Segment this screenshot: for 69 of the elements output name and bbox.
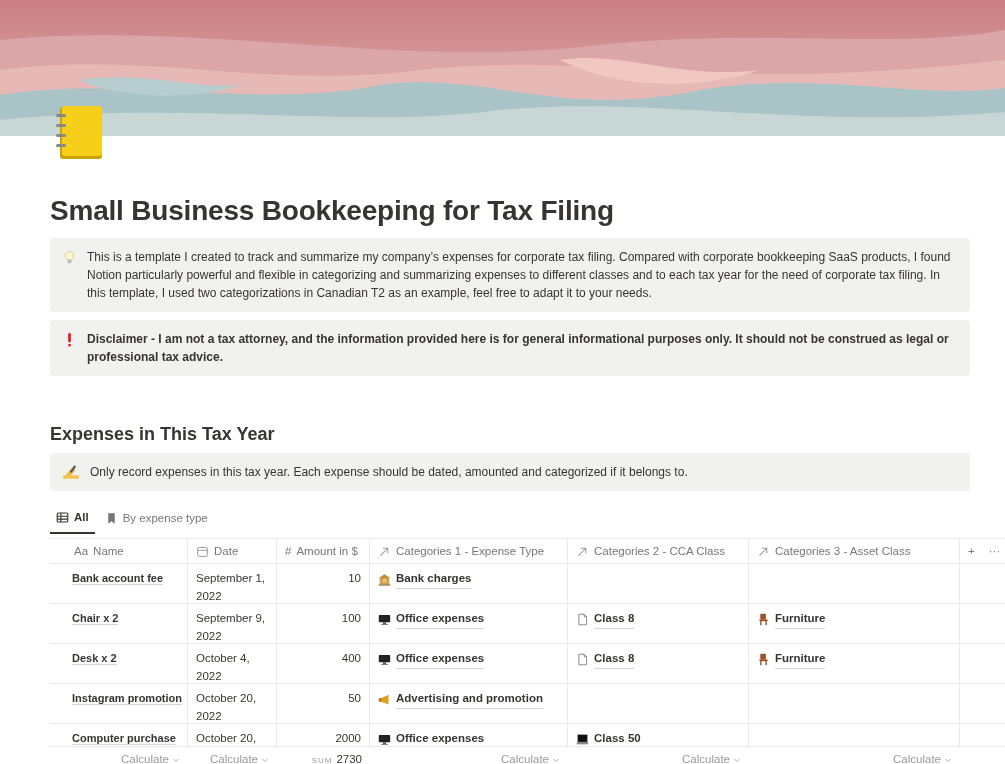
column-label: Date	[214, 543, 239, 559]
table-cell: 10	[277, 564, 370, 605]
column-header[interactable]: Categories 2 - CCA Class	[568, 538, 749, 565]
table-icon	[56, 511, 69, 525]
relation-link[interactable]: Office expenses	[396, 650, 485, 669]
column-header[interactable]: Categories 3 - Asset Class	[749, 538, 960, 565]
table-cell: 50	[277, 684, 370, 725]
view-tab[interactable]: By expense type	[98, 505, 214, 535]
column-header[interactable]: Aa Name	[50, 538, 188, 565]
column-label: Amount in $	[296, 543, 358, 559]
chevron-down-icon	[261, 756, 269, 764]
lightbulb-icon	[62, 249, 77, 265]
view-tab[interactable]: All	[50, 505, 95, 535]
table-cell: October 20, 2022	[188, 684, 277, 725]
table-cell: 2000	[277, 724, 370, 747]
table-cell: 400	[277, 644, 370, 685]
table-cell: October 4, 2022	[188, 644, 277, 685]
row-title[interactable]: Instagram promotion	[72, 692, 182, 706]
table-cell: 100	[277, 604, 370, 645]
chevron-down-icon	[552, 756, 560, 764]
calendar-icon	[196, 544, 209, 558]
megaphone-icon	[378, 693, 391, 707]
chevron-down-icon	[172, 756, 180, 764]
section-heading: Expenses in This Tax Year	[50, 423, 276, 446]
page-icon	[576, 613, 589, 627]
monitor-icon	[378, 733, 391, 747]
more-options-button[interactable]: ···	[988, 542, 1001, 561]
chair-icon	[757, 653, 770, 667]
column-label: Categories 2 - CCA Class	[594, 543, 726, 559]
page-icon	[576, 653, 589, 667]
table-cell: October 20,	[188, 724, 277, 747]
callout-text: Only record expenses in this tax year. Each expense should be dated, amounted and categorized if it belongs to.	[90, 464, 688, 482]
relation-link[interactable]: Furniture	[775, 610, 826, 629]
table-cell: September 1, 2022	[188, 564, 277, 605]
chevron-down-icon	[944, 756, 952, 764]
add-column-button[interactable]: +	[968, 542, 975, 561]
laptop-icon	[576, 733, 589, 747]
row-title[interactable]: Desk x 2	[72, 652, 117, 666]
sum-label: SUM	[311, 756, 333, 764]
writing-hand-icon	[62, 463, 80, 482]
chevron-down-icon	[733, 756, 741, 764]
sum-value: 2730	[336, 753, 362, 764]
relation-link[interactable]: Class 8	[594, 650, 635, 669]
column-header[interactable]: # Amount in $	[277, 538, 370, 565]
callout-text: This is a template I created to track and summarize my company’s expenses for corporate tax filing. Compared with corporate bookkeeping SaaS products, I found Notion particularly powerful and flexible in categorizing and summarizing expenses to different classes and to each tax year for the need of corporate tax filing. In this template, I used two categorizations in Canadian T2 as an example, feel free to adapt it to your needs.	[87, 248, 952, 302]
monitor-icon	[378, 653, 391, 667]
relation-link[interactable]: Class 8	[594, 610, 635, 629]
column-label: Name	[93, 543, 124, 559]
column-header[interactable]: Categories 1 - Expense Type	[370, 538, 568, 565]
relation-link[interactable]: Office expenses	[396, 610, 485, 629]
chair-icon	[757, 613, 770, 627]
relation-link[interactable]: Bank charges	[396, 570, 472, 589]
relation-link[interactable]: Class 50	[594, 730, 641, 747]
column-header[interactable]: Date	[188, 538, 277, 565]
relation-link[interactable]: Office expenses	[396, 730, 485, 747]
column-label: Categories 1 - Expense Type	[396, 543, 545, 559]
number-type-icon: #	[285, 542, 292, 561]
text-type-icon: Aa	[74, 542, 89, 561]
bank-icon	[378, 573, 391, 587]
page-title: Small Business Bookkeeping for Tax Filing	[50, 194, 615, 228]
row-title[interactable]: Bank account fee	[72, 572, 164, 586]
relation-link[interactable]: Furniture	[775, 650, 826, 669]
relation-link[interactable]: Advertising and promotion	[396, 690, 543, 709]
row-title[interactable]: Computer purchase	[72, 732, 176, 746]
disclaimer-text: Disclaimer - I am not a tax attorney, and the information provided here is for general informational purposes only. It should not be construed as legal or professional tax advice.	[87, 330, 950, 366]
monitor-icon	[378, 613, 391, 627]
table-cell: September 9, 2022	[188, 604, 277, 645]
column-label: Categories 3 - Asset Class	[775, 543, 911, 559]
row-title[interactable]: Chair x 2	[72, 612, 119, 626]
